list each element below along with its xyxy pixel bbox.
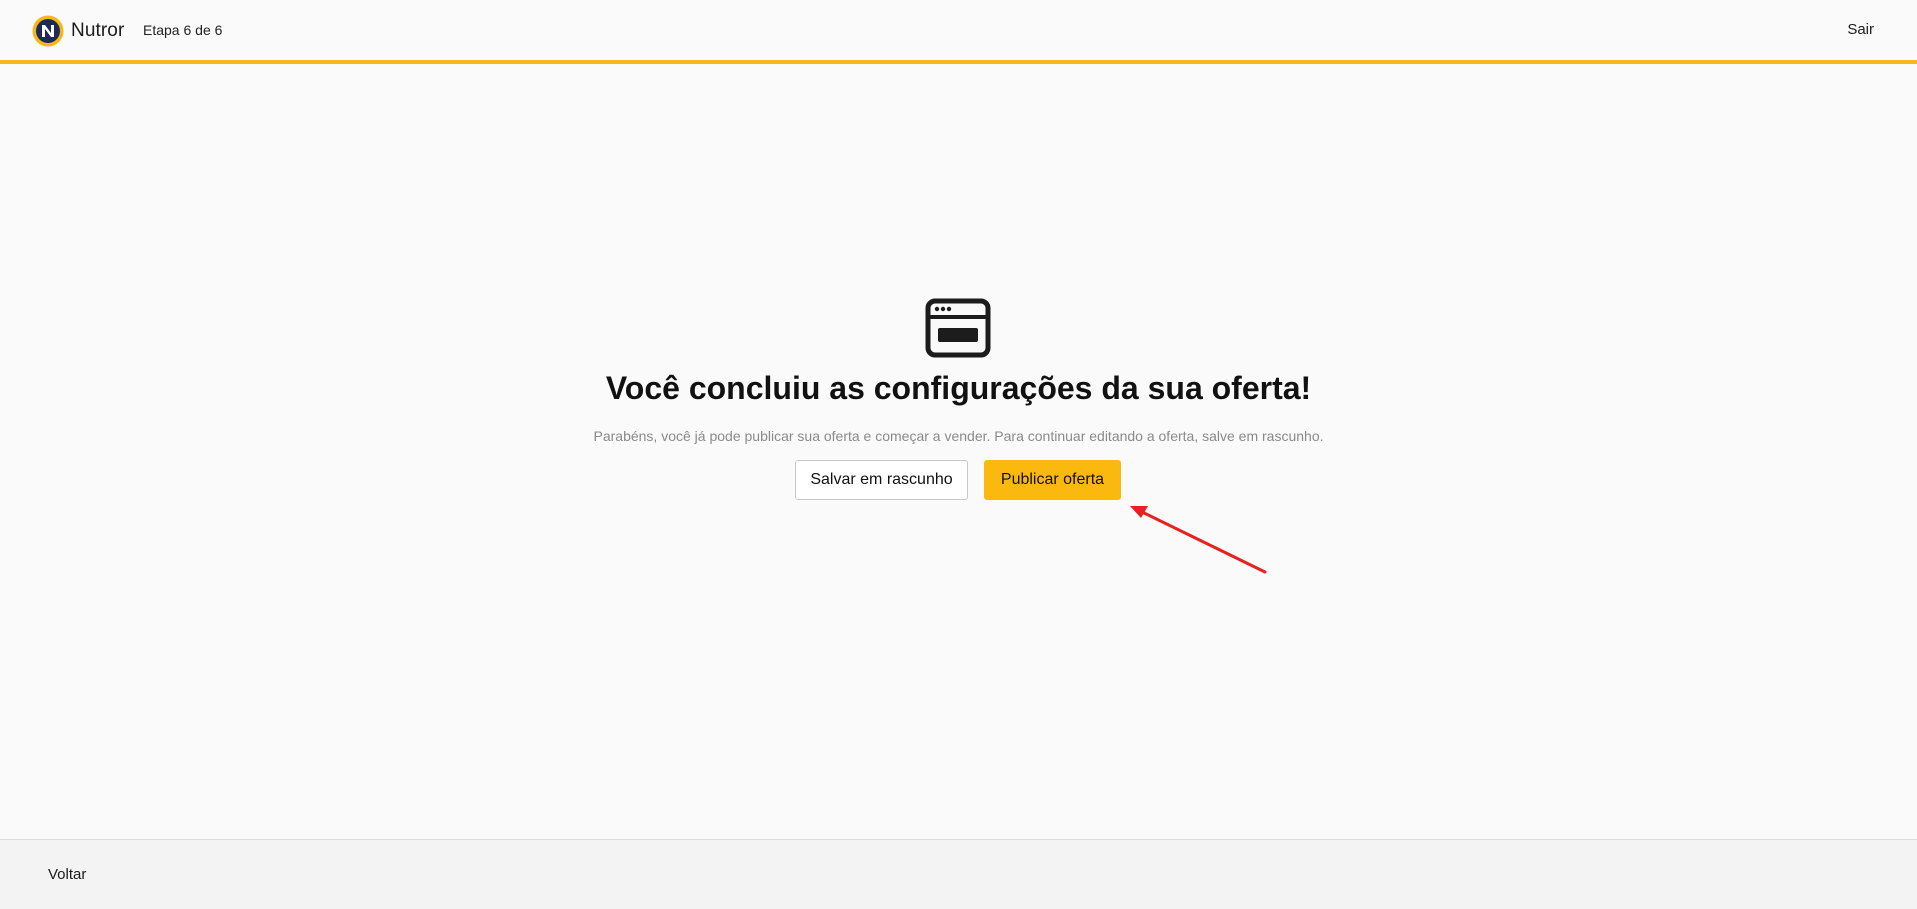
page-subtitle: Parabéns, você já pode publicar sua ofer…: [593, 428, 1324, 444]
top-header: Nutror Etapa 6 de 6 Sair: [0, 0, 1917, 64]
publish-offer-button[interactable]: Publicar oferta: [984, 460, 1121, 500]
page-title: Você concluiu as configurações da sua of…: [605, 370, 1312, 406]
browser-window-icon: [925, 298, 991, 358]
exit-link[interactable]: Sair: [1847, 21, 1874, 38]
nutror-logo-icon: [32, 15, 64, 47]
brand-link[interactable]: Nutror: [32, 15, 124, 47]
bottom-footer: Voltar: [0, 839, 1917, 909]
back-link[interactable]: Voltar: [48, 866, 86, 883]
main-content: [0, 64, 1917, 839]
save-draft-button[interactable]: Salvar em rascunho: [795, 460, 968, 500]
step-indicator: Etapa 6 de 6: [143, 22, 223, 38]
page: Nutror Etapa 6 de 6 Sair Você concluiu a…: [0, 0, 1917, 909]
brand-name: Nutror: [71, 20, 125, 41]
